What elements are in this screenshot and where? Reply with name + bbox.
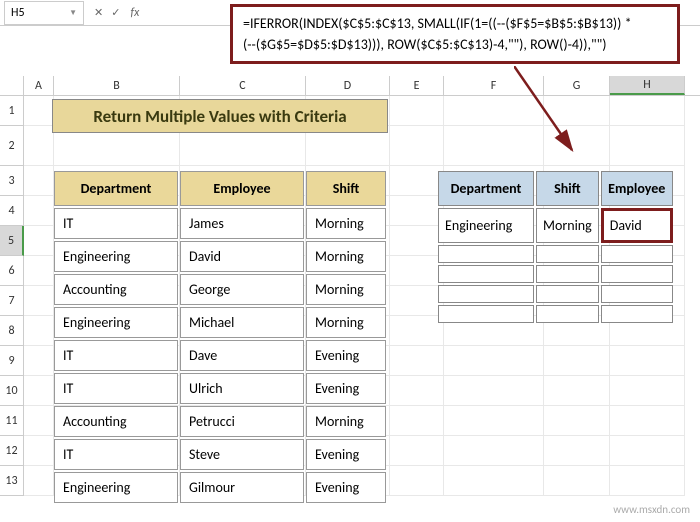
- row-header-11[interactable]: 11: [0, 406, 24, 436]
- cancel-icon[interactable]: ✕: [94, 6, 103, 19]
- col-header-A[interactable]: A: [24, 76, 54, 95]
- header-department[interactable]: Department: [438, 171, 534, 206]
- watermark: www.msxdn.com: [613, 503, 690, 516]
- table-row: ITDaveEvening: [54, 340, 386, 371]
- row-header-12[interactable]: 12: [0, 436, 24, 466]
- table-header-row: Department Shift Employee: [438, 171, 673, 206]
- table-row: [438, 265, 673, 283]
- row-header-7[interactable]: 7: [0, 286, 24, 316]
- table-row: AccountingPetrucciMorning: [54, 406, 386, 437]
- header-shift[interactable]: Shift: [536, 171, 599, 206]
- enter-icon[interactable]: ✓: [111, 6, 120, 19]
- table-row: EngineeringGilmourEvening: [54, 472, 386, 503]
- table-row: AccountingGeorgeMorning: [54, 274, 386, 305]
- table-row: ITJamesMorning: [54, 208, 386, 239]
- table-row: ITUlrichEvening: [54, 373, 386, 404]
- row-header-10[interactable]: 10: [0, 376, 24, 406]
- formula-bar-expanded[interactable]: =IFERROR(INDEX($C$5:$C$13, SMALL(IF(1=((…: [230, 4, 680, 64]
- row-header-5[interactable]: 5: [0, 226, 24, 256]
- column-headers: A B C D E F G H: [0, 76, 700, 96]
- row-header-3[interactable]: 3: [0, 166, 24, 196]
- header-employee[interactable]: Employee: [601, 171, 673, 206]
- col-header-F[interactable]: F: [444, 76, 544, 95]
- header-department[interactable]: Department: [54, 171, 178, 206]
- table-header-row: Department Employee Shift: [54, 171, 386, 206]
- row-header-13[interactable]: 13: [0, 466, 24, 496]
- row-header-9[interactable]: 9: [0, 346, 24, 376]
- formula-line-1: =IFERROR(INDEX($C$5:$C$13, SMALL(IF(1=((…: [243, 13, 667, 34]
- result-table: Department Shift Employee EngineeringMor…: [436, 169, 675, 325]
- table-row: EngineeringDavidMorning: [54, 241, 386, 272]
- col-header-E[interactable]: E: [390, 76, 444, 95]
- row-header-6[interactable]: 6: [0, 256, 24, 286]
- table-row: EngineeringMorningDavid: [438, 208, 673, 243]
- selected-cell-H5[interactable]: David: [601, 208, 673, 243]
- col-header-G[interactable]: G: [544, 76, 610, 95]
- table-row: [438, 285, 673, 303]
- col-header-H[interactable]: H: [610, 76, 685, 95]
- row-header-1[interactable]: 1: [0, 96, 24, 126]
- table-row: ITSteveEvening: [54, 439, 386, 470]
- header-employee[interactable]: Employee: [180, 171, 304, 206]
- fx-icon[interactable]: fx: [130, 6, 139, 20]
- row-header-8[interactable]: 8: [0, 316, 24, 346]
- col-header-D[interactable]: D: [306, 76, 390, 95]
- page-title: Return Multiple Values with Criteria: [52, 99, 388, 133]
- name-box-dropdown-icon[interactable]: ▼: [69, 8, 77, 18]
- cells-area[interactable]: Return Multiple Values with Criteria Dep…: [24, 96, 700, 496]
- grid-area: 1 2 3 4 5 6 7 8 9 10 11 12 13 Return Mul…: [0, 96, 700, 496]
- col-header-C[interactable]: C: [180, 76, 306, 95]
- row-header-2[interactable]: 2: [0, 126, 24, 166]
- table-row: [438, 305, 673, 323]
- formula-line-2: (--($G$5=$D$5:$D$13))), ROW($C$5:$C$13)-…: [243, 34, 667, 55]
- name-box[interactable]: H5 ▼: [4, 1, 84, 25]
- row-header-4[interactable]: 4: [0, 196, 24, 226]
- table-row: EngineeringMichaelMorning: [54, 307, 386, 338]
- source-table: Department Employee Shift ITJamesMorning…: [52, 169, 388, 505]
- col-header-B[interactable]: B: [54, 76, 180, 95]
- name-box-value: H5: [11, 6, 25, 20]
- table-row: [438, 245, 673, 263]
- header-shift[interactable]: Shift: [306, 171, 386, 206]
- row-headers: 1 2 3 4 5 6 7 8 9 10 11 12 13: [0, 96, 24, 496]
- formula-bar-buttons: ✕ ✓: [94, 6, 120, 19]
